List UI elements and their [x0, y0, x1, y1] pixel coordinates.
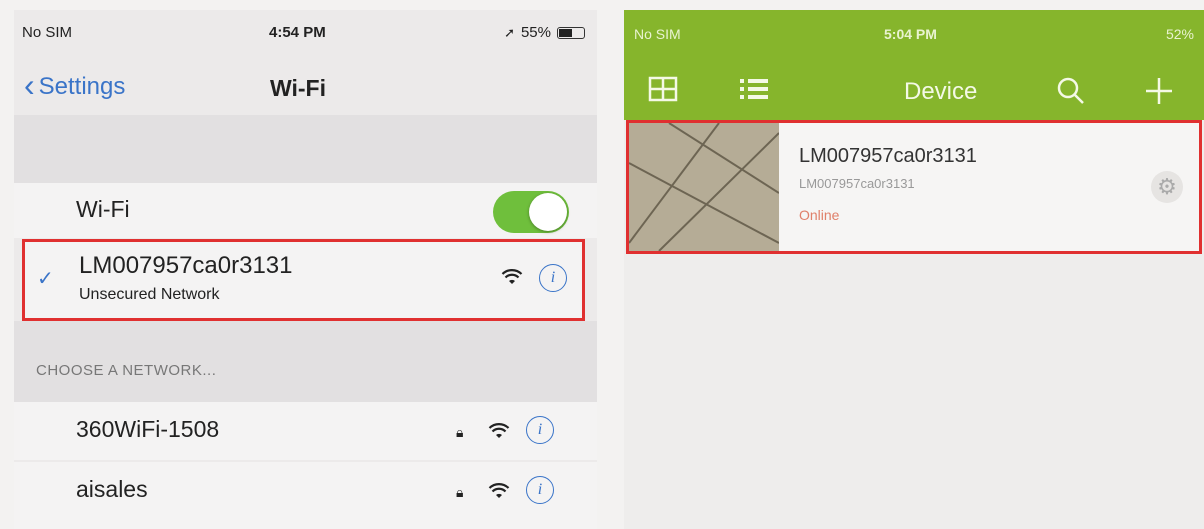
- camera-app-device-screen: No SIM 5:04 PM 52% Device LM007957ca0r31…: [624, 10, 1204, 529]
- battery-icon: [557, 26, 585, 39]
- back-button[interactable]: ‹ Settings: [24, 67, 126, 103]
- connected-network-row[interactable]: ✓ LM007957ca0r3131 Unsecured Network i: [22, 239, 585, 321]
- info-icon[interactable]: i: [539, 264, 567, 292]
- location-arrow-icon: ➚: [504, 24, 515, 40]
- time-label: 4:54 PM: [269, 24, 326, 41]
- time-label: 5:04 PM: [884, 26, 937, 42]
- wifi-icon: [488, 422, 510, 446]
- ios-wifi-settings-screen: No SIM 4:54 PM ➚ 55% ‹ Settings Wi-Fi Wi…: [14, 10, 597, 529]
- battery-percent: 52%: [1165, 26, 1194, 42]
- wifi-icon: [488, 482, 510, 506]
- wifi-icon: [501, 268, 523, 292]
- section-spacer: [14, 115, 597, 183]
- info-icon[interactable]: i: [526, 416, 554, 444]
- lock-icon: 🔒︎: [456, 484, 464, 500]
- choose-network-header: CHOOSE A NETWORK...: [36, 362, 217, 379]
- network-name: aisales: [76, 476, 148, 502]
- toggle-knob: [529, 193, 567, 231]
- camera-thumbnail: [629, 123, 779, 251]
- page-title: Wi-Fi: [270, 75, 326, 101]
- network-name: 360WiFi-1508: [76, 416, 220, 442]
- wifi-toggle-row: Wi-Fi: [14, 183, 597, 238]
- lock-icon: 🔒︎: [456, 424, 464, 440]
- page-title: Device: [904, 78, 978, 105]
- network-row[interactable]: 360WiFi-1508 🔒︎ i: [14, 402, 597, 460]
- device-name: LM007957ca0r3131: [799, 145, 977, 167]
- list-view-icon[interactable]: [738, 76, 770, 109]
- device-status: Online: [799, 207, 840, 223]
- wifi-toggle-switch[interactable]: [493, 191, 569, 233]
- chevron-left-icon: ‹: [24, 67, 35, 103]
- search-icon[interactable]: [1056, 76, 1086, 113]
- carrier-label: No SIM: [634, 26, 681, 42]
- battery-percent: 55%: [520, 24, 551, 41]
- connected-network-subtitle: Unsecured Network: [79, 286, 220, 303]
- checkmark-icon: ✓: [37, 268, 54, 290]
- grid-view-icon[interactable]: [648, 76, 678, 109]
- add-icon[interactable]: [1144, 76, 1174, 113]
- info-icon[interactable]: i: [526, 476, 554, 504]
- network-row[interactable]: aisales 🔒︎ i: [14, 462, 597, 529]
- navigation-bar: ‹ Settings Wi-Fi: [14, 55, 597, 115]
- connected-network-name: LM007957ca0r3131: [79, 252, 293, 279]
- device-list-item[interactable]: LM007957ca0r3131 LM007957ca0r3131 Online…: [626, 120, 1202, 254]
- settings-gear-icon[interactable]: ⚙: [1151, 171, 1183, 203]
- ios-status-bar: No SIM 4:54 PM ➚ 55%: [14, 10, 597, 55]
- carrier-label: No SIM: [22, 24, 73, 41]
- wifi-label: Wi-Fi: [76, 196, 130, 222]
- device-id: LM007957ca0r3131: [799, 176, 915, 191]
- back-label: Settings: [38, 73, 126, 100]
- app-header: No SIM 5:04 PM 52% Device: [624, 10, 1204, 120]
